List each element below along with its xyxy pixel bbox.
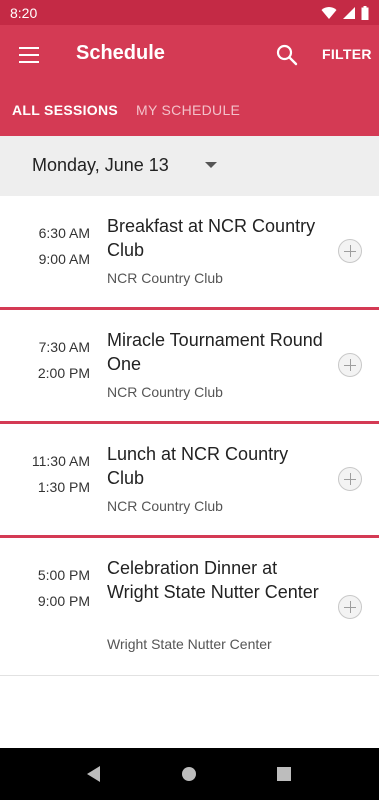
add-to-schedule-icon[interactable] bbox=[338, 467, 362, 491]
session-location: NCR Country Club bbox=[107, 270, 223, 286]
session-start-time: 7:30 AM bbox=[38, 339, 90, 355]
session-title: Breakfast at NCR Country Club bbox=[107, 216, 316, 260]
caret-down-icon[interactable] bbox=[205, 162, 217, 168]
session-item[interactable]: 6:30 AM 9:00 AM Breakfast at NCR Country… bbox=[0, 196, 379, 310]
status-icons bbox=[321, 5, 369, 20]
tab-bar: ALL SESSIONS MY SCHEDULE bbox=[0, 85, 379, 136]
session-start-time: 6:30 AM bbox=[38, 225, 90, 241]
add-to-schedule-icon[interactable] bbox=[338, 239, 362, 263]
session-times: 6:30 AM 9:00 AM bbox=[39, 220, 90, 272]
session-title: Celebration Dinner at Wright State Nutte… bbox=[107, 558, 319, 602]
search-icon[interactable] bbox=[274, 42, 300, 68]
filter-button[interactable]: FILTER bbox=[322, 46, 372, 62]
system-nav-bar bbox=[0, 748, 379, 800]
session-start-time: 5:00 PM bbox=[37, 567, 90, 583]
wifi-icon bbox=[321, 6, 337, 19]
menu-icon[interactable] bbox=[17, 43, 41, 67]
session-end-time: 2:00 PM bbox=[37, 365, 90, 381]
date-selector-value: Monday, June 13 bbox=[32, 155, 169, 175]
tab-all-sessions[interactable]: ALL SESSIONS bbox=[12, 102, 118, 118]
battery-icon bbox=[361, 5, 369, 20]
status-bar: 8:20 bbox=[0, 0, 379, 25]
tab-my-schedule[interactable]: MY SCHEDULE bbox=[136, 102, 240, 118]
session-location: NCR Country Club bbox=[107, 498, 223, 514]
session-title: Miracle Tournament Round One bbox=[107, 330, 323, 374]
session-location: NCR Country Club bbox=[107, 384, 223, 400]
session-item[interactable]: 5:00 PM 9:00 PM Celebration Dinner at Wr… bbox=[0, 538, 379, 676]
date-selector[interactable]: Monday, June 13 bbox=[0, 136, 379, 196]
add-to-schedule-icon[interactable] bbox=[338, 595, 362, 619]
app-bar: Schedule FILTER bbox=[0, 25, 379, 85]
session-start-time: 11:30 AM bbox=[31, 453, 90, 469]
status-time: 8:20 bbox=[10, 4, 38, 21]
session-item[interactable]: 7:30 AM 2:00 PM Miracle Tournament Round… bbox=[0, 310, 379, 424]
session-times: 5:00 PM 9:00 PM bbox=[38, 562, 90, 614]
session-end-time: 9:00 PM bbox=[37, 593, 90, 609]
recents-icon[interactable] bbox=[277, 767, 291, 781]
home-icon[interactable] bbox=[182, 767, 196, 781]
session-end-time: 9:00 AM bbox=[38, 251, 90, 267]
back-icon[interactable] bbox=[87, 766, 100, 782]
session-location: Wright State Nutter Center bbox=[107, 636, 272, 652]
session-end-time: 1:30 PM bbox=[37, 479, 90, 495]
page-title: Schedule bbox=[76, 42, 165, 64]
session-list: 6:30 AM 9:00 AM Breakfast at NCR Country… bbox=[0, 196, 379, 676]
signal-icon bbox=[343, 6, 355, 19]
add-to-schedule-icon[interactable] bbox=[338, 353, 362, 377]
session-title: Lunch at NCR Country Club bbox=[107, 444, 289, 488]
session-times: 11:30 AM 1:30 PM bbox=[32, 448, 90, 500]
session-times: 7:30 AM 2:00 PM bbox=[38, 334, 90, 386]
session-item[interactable]: 11:30 AM 1:30 PM Lunch at NCR Country Cl… bbox=[0, 424, 379, 538]
